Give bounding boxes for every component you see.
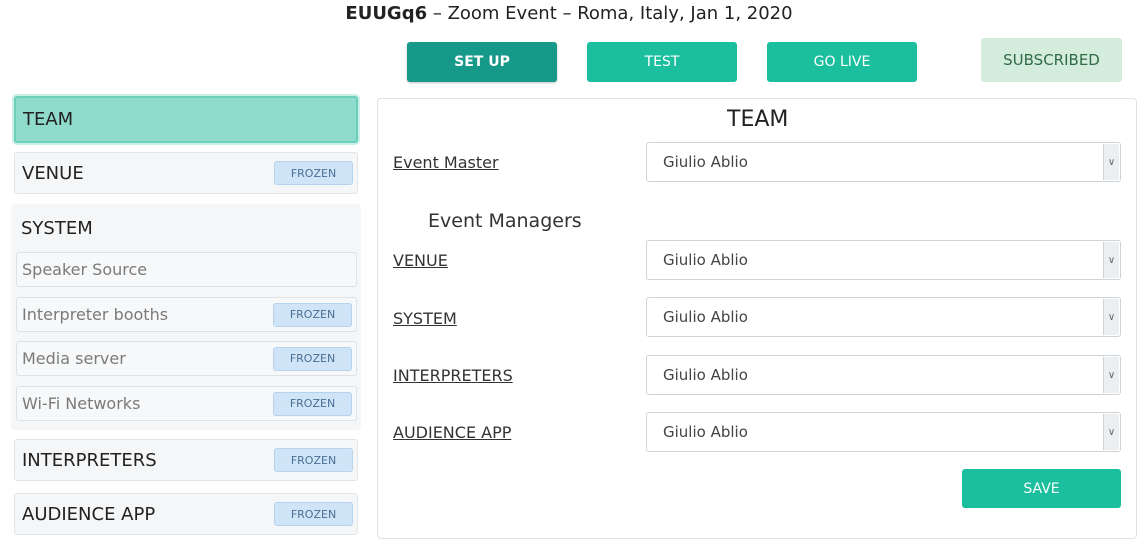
frozen-badge: FROZEN — [273, 302, 352, 327]
event-code: EUUGq6 — [345, 3, 428, 24]
sidebar-item-team[interactable]: TEAM — [14, 96, 358, 143]
event-master-select[interactable]: Giulio Ablio ∨ — [646, 142, 1121, 182]
page-title: EUUGq6 – Zoom Event – Roma, Italy, Jan 1… — [0, 3, 1138, 24]
sidebar-item-label: Wi-Fi Networks — [22, 394, 141, 413]
event-managers-heading: Event Managers — [428, 210, 582, 232]
test-button[interactable]: TEST — [587, 42, 737, 82]
frozen-badge: FROZEN — [274, 448, 353, 472]
sidebar-item-media-server[interactable]: Media server FROZEN — [16, 341, 357, 376]
interpreters-manager-select[interactable]: Giulio Ablio ∨ — [646, 355, 1121, 395]
select-value: Giulio Ablio — [663, 366, 748, 384]
go-live-button[interactable]: GO LIVE — [767, 42, 917, 82]
frozen-badge: FROZEN — [274, 161, 353, 185]
event-description: – Zoom Event – Roma, Italy, Jan 1, 2020 — [427, 3, 793, 24]
subscribed-badge: SUBSCRIBED — [981, 38, 1122, 82]
sidebar-item-label: INTERPRETERS — [22, 449, 157, 471]
select-value: Giulio Ablio — [663, 423, 748, 441]
sidebar-item-interpreters[interactable]: INTERPRETERS FROZEN — [14, 439, 358, 481]
sidebar-item-system[interactable]: SYSTEM — [21, 218, 93, 239]
chevron-down-icon[interactable]: ∨ — [1103, 242, 1119, 278]
sidebar-item-label: VENUE — [22, 162, 84, 184]
sidebar-item-label: Interpreter booths — [22, 305, 169, 324]
audience-app-manager-label: AUDIENCE APP — [393, 423, 512, 442]
chevron-down-icon[interactable]: ∨ — [1103, 299, 1119, 335]
select-value: Giulio Ablio — [663, 251, 748, 269]
select-value: Giulio Ablio — [663, 308, 748, 326]
event-master-label: Event Master — [393, 153, 499, 172]
chevron-down-icon[interactable]: ∨ — [1103, 357, 1119, 393]
setup-button[interactable]: SET UP — [407, 42, 557, 82]
venue-manager-select[interactable]: Giulio Ablio ∨ — [646, 240, 1121, 280]
frozen-badge: FROZEN — [273, 391, 352, 416]
save-button[interactable]: SAVE — [962, 469, 1121, 508]
interpreters-manager-label: INTERPRETERS — [393, 366, 513, 385]
sidebar-item-audience-app[interactable]: AUDIENCE APP FROZEN — [14, 493, 358, 535]
system-manager-label: SYSTEM — [393, 309, 457, 328]
sidebar-item-label: TEAM — [23, 109, 74, 130]
frozen-badge: FROZEN — [274, 502, 353, 526]
system-manager-select[interactable]: Giulio Ablio ∨ — [646, 297, 1121, 337]
select-value: Giulio Ablio — [663, 153, 748, 171]
sidebar-item-label: AUDIENCE APP — [22, 503, 156, 525]
sidebar-item-wifi-networks[interactable]: Wi-Fi Networks FROZEN — [16, 386, 357, 421]
venue-manager-label: VENUE — [393, 251, 448, 270]
sidebar-item-label: Speaker Source — [22, 260, 148, 279]
audience-app-manager-select[interactable]: Giulio Ablio ∨ — [646, 412, 1121, 452]
sidebar-item-label: Media server — [22, 349, 126, 368]
sidebar-item-venue[interactable]: VENUE FROZEN — [14, 152, 358, 194]
chevron-down-icon[interactable]: ∨ — [1103, 144, 1119, 180]
sidebar-item-interpreter-booths[interactable]: Interpreter booths FROZEN — [16, 297, 357, 332]
sidebar-item-speaker-source[interactable]: Speaker Source — [16, 252, 357, 287]
chevron-down-icon[interactable]: ∨ — [1103, 414, 1119, 450]
panel-title: TEAM — [727, 107, 789, 132]
frozen-badge: FROZEN — [273, 346, 352, 371]
